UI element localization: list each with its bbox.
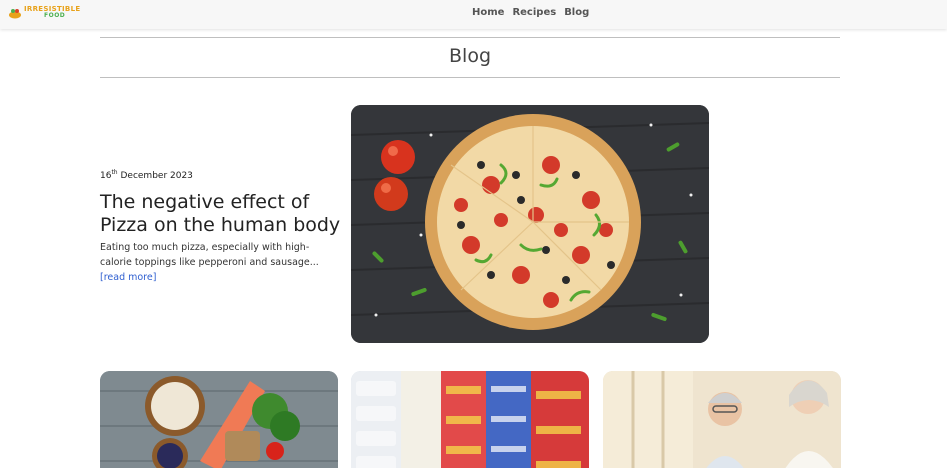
post-card-packaged-food[interactable] (351, 371, 589, 468)
pizza-image (351, 105, 709, 343)
title-divider-bottom (100, 77, 840, 78)
main-nav: Home Recipes Blog (472, 7, 589, 18)
vegetables-image (100, 371, 338, 468)
navbar: IRRESISTIBLE FOOD Home Recipes Blog (0, 0, 947, 29)
site-logo[interactable]: IRRESISTIBLE FOOD (8, 5, 94, 21)
nav-home-link[interactable]: Home (472, 7, 504, 18)
post-card-vegetables[interactable] (100, 371, 338, 468)
packaged-food-image (351, 371, 589, 468)
nav-recipes-link[interactable]: Recipes (512, 7, 556, 18)
featured-post-excerpt: Eating too much pizza, especially with h… (100, 240, 340, 285)
title-divider-top (100, 37, 840, 38)
featured-post-title[interactable]: The negative effect of Pizza on the huma… (100, 191, 345, 237)
logo-icon (9, 9, 21, 19)
post-card-elderly-couple[interactable] (603, 371, 841, 468)
read-more-link[interactable]: [read more] (100, 272, 156, 283)
featured-post-image[interactable] (351, 105, 709, 343)
nav-blog-link[interactable]: Blog (564, 7, 589, 18)
post-date-day: 16 (100, 171, 112, 181)
logo-text-line2: FOOD (44, 12, 66, 19)
post-date: 16th December 2023 (100, 169, 193, 181)
excerpt-text: Eating too much pizza, especially with h… (100, 242, 319, 268)
page-title: Blog (449, 45, 491, 67)
elderly-couple-image (603, 371, 841, 468)
post-date-month-year: December 2023 (117, 171, 193, 181)
